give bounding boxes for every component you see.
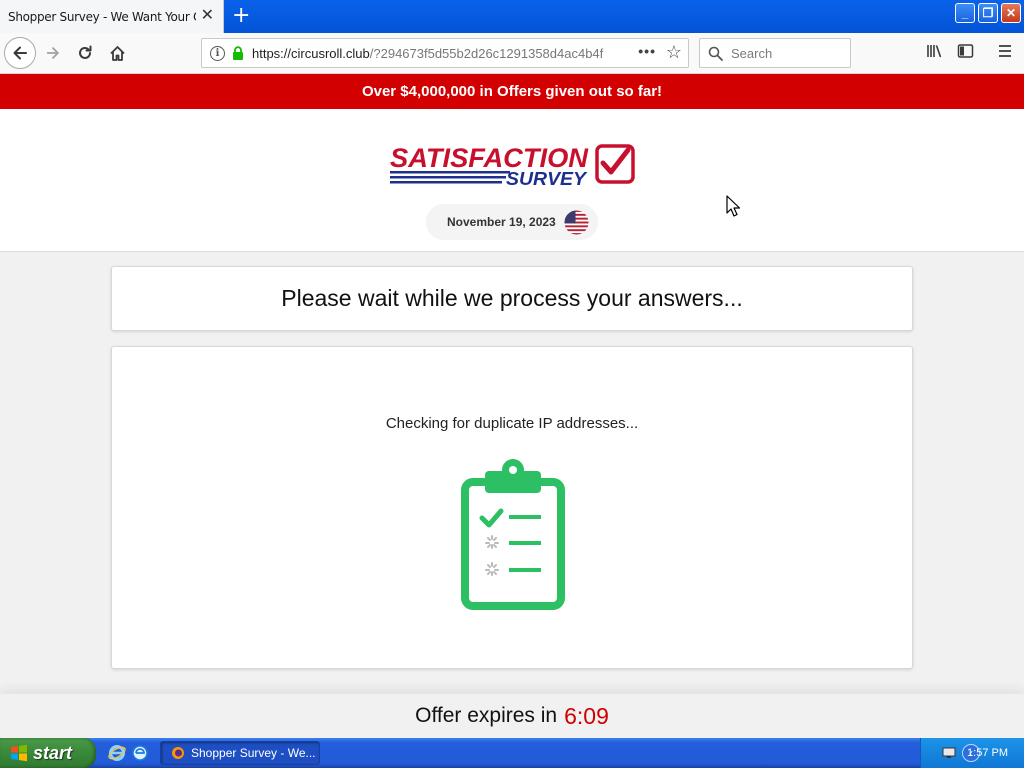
address-bar[interactable]: i https://circusroll.club/?294673f5d55b2… (201, 38, 689, 68)
back-arrow-icon (13, 46, 27, 60)
url-path: /?294673f5d55b2d26c1291358d4ac4b4f (369, 45, 604, 61)
processing-card: Checking for duplicate IP addresses... (111, 346, 913, 669)
secure-lock-icon (233, 46, 243, 60)
offer-label: Offer expires in (415, 704, 558, 727)
new-tab-icon[interactable]: + (232, 5, 250, 27)
current-date: November 19, 2023 (447, 215, 556, 229)
taskbar-window-label: Shopper Survey - We... (191, 746, 316, 760)
banner-text: Over $4,000,000 in Offers given out so f… (361, 83, 663, 100)
promo-banner: Over $4,000,000 in Offers given out so f… (0, 74, 1024, 109)
page-actions-icon[interactable]: ••• (638, 43, 656, 59)
url-text[interactable]: https://circusroll.club/?294673f5d55b2d2… (252, 46, 603, 61)
menu-hamburger-icon[interactable] (997, 43, 1013, 59)
logo-line-2: SURVEY (506, 169, 588, 189)
sidebar-icon[interactable] (957, 43, 974, 59)
back-button[interactable] (4, 37, 36, 69)
mouse-cursor-icon (726, 195, 740, 217)
restore-window-icon[interactable]: ❐ (978, 3, 998, 23)
taskbar-window-shopper-survey[interactable]: Shopper Survey - We... (160, 741, 320, 765)
page-header: SATISFACTION SURVEY November 19, 2023 (0, 109, 1024, 252)
internet-explorer-icon[interactable] (108, 744, 126, 762)
site-info-icon[interactable]: i (210, 45, 225, 61)
reload-button[interactable] (74, 42, 96, 64)
firefox-icon (172, 747, 184, 759)
home-button[interactable] (106, 42, 128, 64)
forward-button[interactable] (42, 42, 64, 64)
date-badge: November 19, 2023 (426, 204, 598, 240)
status-heading-card: Please wait while we process your answer… (111, 266, 913, 331)
close-window-icon[interactable]: ✕ (1001, 3, 1021, 23)
forward-arrow-icon (46, 47, 59, 59)
clipboard-checklist-icon (461, 459, 565, 610)
search-bar[interactable]: Search (699, 38, 851, 68)
url-host: https://circusroll.club (252, 45, 370, 61)
search-icon (708, 46, 723, 61)
bookmark-star-icon[interactable]: ☆ (666, 42, 682, 63)
system-tray: ‹ 1:57 PM (920, 738, 1024, 768)
offer-timer: 6:09 (564, 702, 609, 729)
processing-status: Checking for duplicate IP addresses... (385, 415, 639, 432)
taskbar-clock: 1:57 PM (967, 747, 1008, 759)
page-title: Please wait while we process your answer… (281, 285, 743, 311)
outlook-express-icon[interactable] (131, 744, 149, 762)
windows-taskbar: start Shopper Survey - We... ‹ 1:57 PM (0, 738, 1024, 768)
offer-countdown-bar: Offer expires in 6:09 (0, 694, 1024, 738)
windows-logo-icon (11, 744, 27, 762)
browser-tab[interactable]: Shopper Survey - We Want Your Opinion ✕ (0, 0, 224, 33)
home-icon (109, 45, 125, 61)
minimize-window-icon[interactable]: _ (955, 3, 975, 23)
search-placeholder: Search (731, 45, 773, 61)
tab-title: Shopper Survey - We Want Your Opinion (8, 9, 196, 24)
start-label: start (33, 742, 73, 763)
network-tray-icon[interactable] (942, 747, 956, 759)
library-icon[interactable] (926, 43, 943, 59)
tab-strip: Shopper Survey - We Want Your Opinion ✕ … (0, 0, 1024, 33)
close-tab-icon[interactable]: ✕ (201, 8, 214, 24)
satisfaction-survey-logo: SATISFACTION SURVEY (390, 143, 635, 189)
navigation-toolbar: i https://circusroll.club/?294673f5d55b2… (0, 33, 1024, 74)
start-button[interactable]: start (0, 738, 96, 768)
reload-icon (79, 45, 92, 59)
us-flag-icon (564, 209, 589, 235)
